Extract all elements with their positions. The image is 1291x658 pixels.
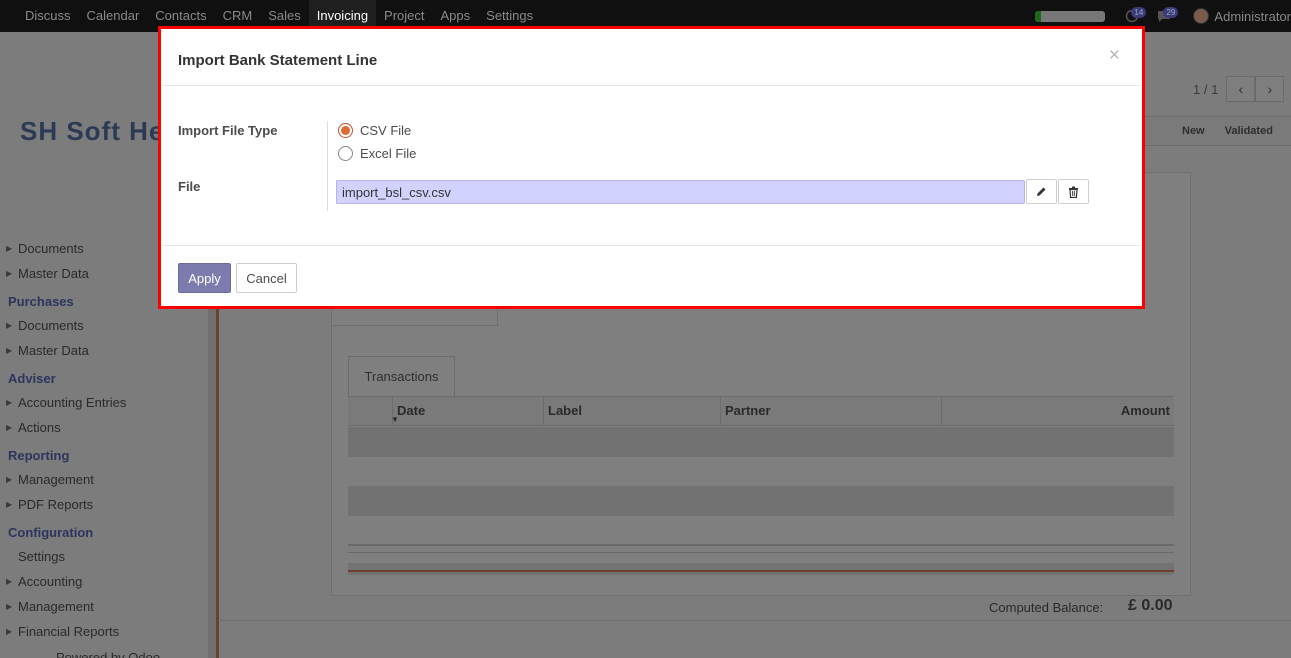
field-separator (327, 121, 328, 211)
dialog-title: Import Bank Statement Line (178, 52, 378, 69)
sidebar-section-reporting: Reporting (8, 448, 70, 463)
table-footer-row (348, 563, 1174, 575)
table-footer-accent (348, 570, 1174, 572)
caret-right-icon: ▶ (6, 500, 13, 509)
apply-button[interactable]: Apply (178, 263, 231, 293)
caret-right-icon: ▶ (6, 627, 13, 636)
pencil-icon (1037, 187, 1046, 196)
activity-icon[interactable]: 14 (1125, 7, 1147, 23)
form-divider (333, 325, 498, 326)
sidebar-accent-bar (216, 300, 219, 658)
sidebar-item-financial-reports[interactable]: ▶ Financial Reports (0, 619, 208, 644)
close-icon[interactable]: × (1109, 46, 1120, 66)
chevron-right-icon: › (1267, 81, 1273, 97)
sidebar-item-purchase-master-data[interactable]: ▶ Master Data (0, 338, 208, 363)
messages-badge: 29 (1163, 7, 1179, 18)
avatar[interactable] (1193, 8, 1210, 24)
statusbar: New Validated (1138, 116, 1291, 146)
nav-calendar[interactable]: Calendar (79, 0, 148, 32)
company-logo: SH Soft Hea (20, 116, 180, 146)
divider (218, 620, 1291, 621)
caret-right-icon: ▶ (6, 346, 13, 355)
table-header: ▼ Date Label Partner Amount (348, 397, 1174, 426)
computed-balance-label: Computed Balance: (989, 600, 1104, 615)
dialog-header: Import Bank Statement Line × (163, 31, 1140, 86)
caret-right-icon: ▶ (6, 602, 13, 611)
radio-checked-icon[interactable] (338, 123, 353, 138)
sidebar-section-configuration: Configuration (8, 525, 94, 540)
sidebar-item-config-management[interactable]: ▶ Management (0, 594, 208, 619)
radio-excel-label: Excel File (360, 146, 417, 161)
nav-discuss[interactable]: Discuss (17, 0, 79, 32)
import-dialog-highlight: Import Bank Statement Line × Import File… (158, 26, 1145, 309)
pager: 1 / 1 ‹ › (1193, 76, 1285, 102)
column-label[interactable]: Label (543, 397, 720, 426)
sidebar-item-actions[interactable]: ▶ Actions (0, 415, 208, 440)
dialog-body: Import File Type CSV File Excel File Fil… (163, 87, 1140, 245)
import-file-type-label: Import File Type (178, 123, 278, 138)
computed-balance-value: £ 0.00 (1128, 597, 1173, 614)
progress-indicator (1035, 10, 1106, 22)
chevron-left-icon: ‹ (1238, 81, 1244, 97)
file-field[interactable] (336, 180, 1025, 204)
table-footer-line (348, 552, 1174, 553)
caret-right-icon: ▶ (6, 269, 13, 278)
sidebar-item-purchase-documents[interactable]: ▶ Documents (0, 313, 208, 338)
delete-file-button[interactable] (1058, 179, 1089, 204)
user-menu[interactable]: Administrator (1214, 9, 1291, 24)
trash-icon (1069, 186, 1078, 198)
table-row (348, 427, 1174, 457)
caret-right-icon: ▶ (6, 577, 13, 586)
activity-badge: 14 (1131, 7, 1147, 18)
caret-right-icon: ▶ (6, 398, 13, 407)
radio-excel-file[interactable]: Excel File (338, 146, 416, 161)
caret-right-icon: ▶ (6, 321, 13, 330)
import-dialog: Import Bank Statement Line × Import File… (163, 31, 1140, 304)
pager-next-button[interactable]: › (1255, 76, 1285, 102)
sidebar-item-accounting-entries[interactable]: ▶ Accounting Entries (0, 390, 208, 415)
radio-unchecked-icon[interactable] (338, 146, 353, 161)
cancel-button[interactable]: Cancel (236, 263, 297, 293)
file-label: File (178, 179, 201, 194)
pager-previous-button[interactable]: ‹ (1226, 76, 1256, 102)
column-amount[interactable]: Amount (941, 397, 1174, 426)
sidebar-section-adviser: Adviser (8, 371, 56, 386)
pager-value[interactable]: 1 / 1 (1193, 82, 1218, 97)
tab-transactions[interactable]: Transactions (348, 356, 455, 397)
table-footer-line (348, 544, 1174, 546)
caret-right-icon: ▶ (6, 475, 13, 484)
column-partner[interactable]: Partner (720, 397, 941, 426)
edit-file-button[interactable] (1026, 179, 1057, 204)
status-new[interactable]: New (1138, 125, 1215, 137)
sidebar-item-pdf-reports[interactable]: ▶ PDF Reports (0, 492, 208, 517)
sidebar-item-management[interactable]: ▶ Management (0, 467, 208, 492)
table-row (348, 486, 1174, 516)
column-date[interactable]: Date (392, 397, 543, 426)
status-validated[interactable]: Validated (1215, 125, 1283, 137)
radio-csv-label: CSV File (360, 123, 412, 138)
dialog-footer: Apply Cancel (163, 245, 1140, 304)
radio-csv-file[interactable]: CSV File (338, 123, 411, 138)
caret-right-icon: ▶ (6, 244, 13, 253)
sidebar-item-accounting[interactable]: ▶ Accounting (0, 569, 208, 594)
caret-right-icon: ▶ (6, 423, 13, 432)
powered-by: Powered by Odoo (56, 650, 161, 658)
messages-icon[interactable]: 29 (1157, 7, 1179, 23)
sidebar-item-settings[interactable]: Settings (0, 544, 208, 569)
